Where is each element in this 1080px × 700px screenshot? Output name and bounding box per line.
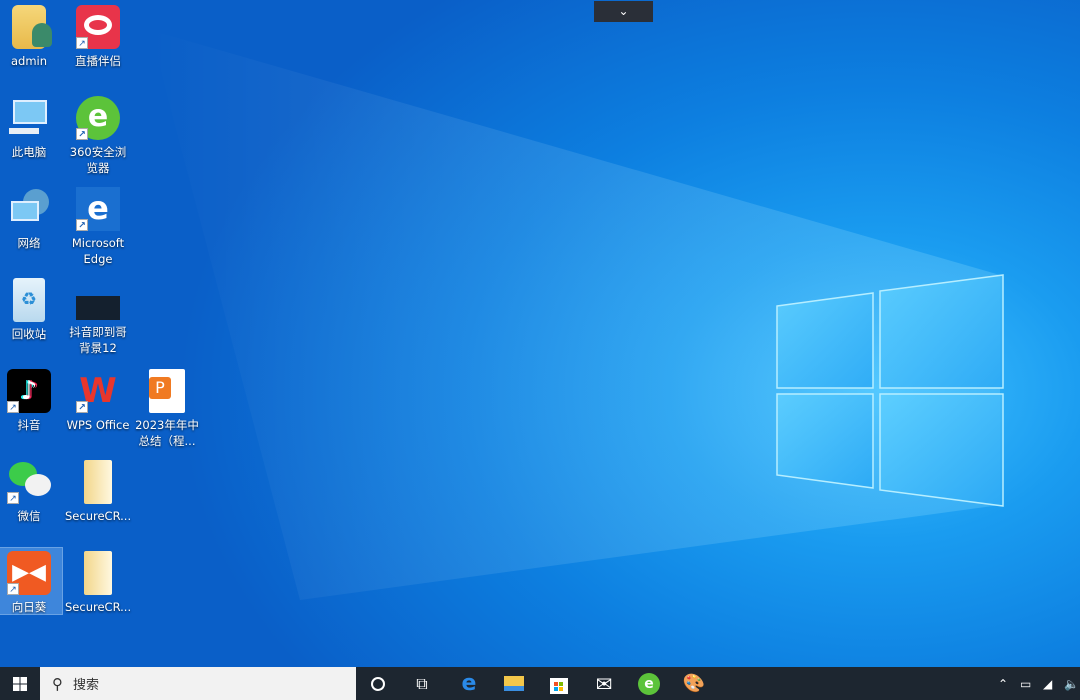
sunlogin-icon: ▶◀↗ [7, 551, 51, 595]
desktop-icon-360-browser[interactable]: e↗ 360安全浏览器 [65, 96, 131, 176]
desktop-icon-securecrt-1[interactable]: SecureCR... [65, 460, 131, 524]
folder-icon [84, 551, 112, 595]
desktop-icon-ppt-file[interactable]: P 2023年年中总结（程... [134, 369, 200, 449]
network-icon [7, 187, 51, 231]
mail-icon: ✉ [596, 672, 613, 696]
volume-tray-button[interactable]: 🔈 [1064, 667, 1079, 700]
taskbar-file-explorer[interactable] [492, 667, 536, 700]
360-browser-icon: e [638, 673, 660, 695]
recycle-bin-icon: ♻ [13, 278, 45, 322]
show-hidden-icons-button[interactable]: ⌃ [998, 667, 1008, 700]
ppt-file-icon: P [149, 369, 185, 413]
live-companion-icon: ↗ [76, 5, 120, 49]
desktop-icon-securecrt-2[interactable]: SecureCR... [65, 551, 131, 615]
desktop-icon-this-pc[interactable]: 此电脑 [0, 96, 62, 160]
douyin-icon: ♪↗ [7, 369, 51, 413]
task-view-button[interactable]: ⧉ [400, 667, 444, 700]
icon-label: 网络 [18, 236, 41, 250]
icon-label: 此电脑 [12, 145, 47, 159]
360-browser-icon: e↗ [76, 96, 120, 140]
taskbar-360-browser[interactable]: e [627, 667, 671, 700]
search-placeholder: 搜索 [73, 674, 99, 693]
edge-icon: e↗ [76, 187, 120, 231]
icon-label: 微信 [18, 509, 41, 523]
computer-icon [7, 96, 51, 140]
icon-label: Microsoft Edge [72, 236, 124, 266]
wifi-tray-button[interactable]: ◢ [1043, 667, 1052, 700]
icon-label: WPS Office [67, 418, 130, 432]
windows-logo-wallpaper [0, 0, 1080, 700]
search-icon: ⚲ [52, 675, 63, 693]
desktop-icon-admin[interactable]: admin [0, 5, 62, 69]
desktop-icon-wechat[interactable]: ↗ 微信 [0, 460, 62, 524]
taskbar-store[interactable] [537, 667, 581, 700]
wifi-icon: ◢ [1043, 677, 1052, 691]
icon-label: SecureCR... [65, 509, 131, 523]
user-folder-icon [12, 5, 46, 49]
desktop-icon-live-companion[interactable]: ↗ 直播伴侣 [65, 5, 131, 69]
desktop-icon-recycle-bin[interactable]: ♻ 回收站 [0, 278, 62, 342]
volume-icon: 🔈 [1064, 677, 1079, 691]
store-icon [549, 674, 569, 694]
icon-label: 360安全浏览器 [70, 145, 126, 175]
taskbar-mail[interactable]: ✉ [582, 667, 626, 700]
cortana-icon [371, 677, 385, 691]
desktop-icon-network[interactable]: 网络 [0, 187, 62, 251]
wechat-icon: ↗ [7, 460, 51, 504]
icon-label: SecureCR... [65, 600, 131, 614]
icon-label: 2023年年中总结（程... [135, 418, 199, 448]
icon-label: 直播伴侣 [75, 54, 121, 68]
chevron-up-icon: ⌃ [998, 677, 1008, 691]
desktop-icon-sunlogin[interactable]: ▶◀↗ 向日葵 [0, 548, 62, 614]
task-view-icon: ⧉ [416, 674, 427, 694]
windows-start-icon [13, 677, 27, 691]
desktop-icon-edge[interactable]: e↗ Microsoft Edge [65, 187, 131, 267]
power-icon: ▭ [1020, 677, 1031, 691]
desktop-icon-wps[interactable]: W↗ WPS Office [65, 369, 131, 433]
paint-icon: 🎨 [683, 673, 705, 694]
desktop-icon-image[interactable]: 抖音即到哥背景12 [65, 278, 131, 356]
wps-icon: W↗ [76, 369, 120, 413]
start-button[interactable] [0, 667, 40, 700]
icon-label: 抖音即到哥背景12 [69, 325, 127, 355]
icon-label: 向日葵 [12, 600, 47, 614]
icon-label: 抖音 [18, 418, 41, 432]
icon-label: admin [11, 54, 47, 68]
taskbar-edge[interactable]: e [447, 667, 491, 700]
edge-icon: e [462, 671, 477, 696]
cortana-button[interactable] [356, 667, 400, 700]
taskbar-paint[interactable]: 🎨 [672, 667, 716, 700]
power-tray-button[interactable]: ▭ [1020, 667, 1031, 700]
desktop-icon-douyin[interactable]: ♪↗ 抖音 [0, 369, 62, 433]
file-explorer-icon [504, 676, 524, 691]
folder-icon [84, 460, 112, 504]
taskbar: ⚲ 搜索 ⧉ e ✉ e 🎨 ⌃ ▭ ◢ 🔈 [0, 667, 1080, 700]
collapse-toggle-button[interactable]: ⌄ [594, 1, 653, 22]
image-file-icon [76, 296, 120, 320]
icon-label: 回收站 [12, 327, 47, 341]
search-box[interactable]: ⚲ 搜索 [40, 667, 356, 700]
